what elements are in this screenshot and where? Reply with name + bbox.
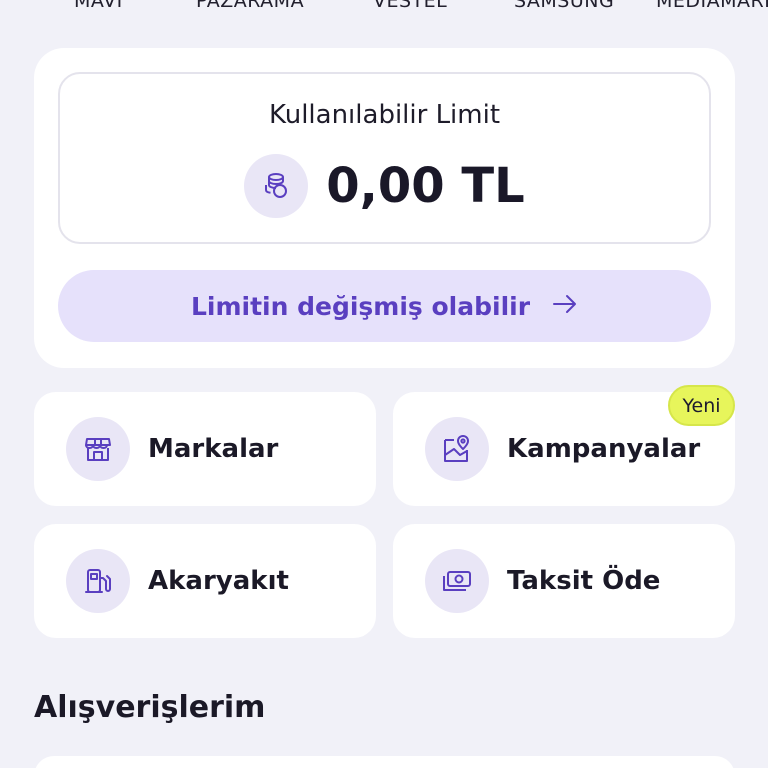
app-screen: MAVİ PAZARAMA VESTEL SAMSUNG MEDIAMARKT … bbox=[0, 0, 768, 768]
new-badge: Yeni bbox=[668, 385, 735, 426]
coins-icon bbox=[244, 154, 309, 218]
tile-akaryakit[interactable]: Akaryakıt bbox=[34, 524, 376, 638]
available-limit-box: Kullanılabilir Limit 0,00 TL bbox=[58, 72, 711, 244]
store-icon bbox=[66, 417, 130, 481]
tile-label-kampanyalar: Kampanyalar bbox=[507, 434, 701, 464]
limit-row: 0,00 TL bbox=[60, 154, 709, 218]
brand-mavi[interactable]: MAVİ bbox=[74, 0, 123, 12]
limit-title: Kullanılabilir Limit bbox=[268, 100, 501, 130]
fuel-pump-icon bbox=[66, 549, 130, 613]
tile-taksit-ode[interactable]: Taksit Öde bbox=[393, 524, 735, 638]
brand-samsung[interactable]: SAMSUNG bbox=[514, 0, 614, 12]
tile-label-markalar: Markalar bbox=[148, 434, 279, 464]
limit-card: Kullanılabilir Limit 0,00 TL Limitin değ… bbox=[34, 48, 735, 368]
cash-icon bbox=[425, 549, 489, 613]
limit-amount: 0,00 TL bbox=[326, 158, 525, 214]
brand-vestel[interactable]: VESTEL bbox=[373, 0, 447, 12]
purchases-card[interactable] bbox=[34, 756, 735, 768]
limit-changed-button[interactable]: Limitin değişmiş olabilir bbox=[58, 270, 711, 342]
tile-label-taksit-ode: Taksit Öde bbox=[507, 566, 661, 596]
limit-changed-label: Limitin değişmiş olabilir bbox=[190, 291, 531, 321]
tile-markalar[interactable]: Markalar bbox=[34, 392, 376, 506]
map-pin-icon bbox=[425, 417, 489, 481]
tile-label-akaryakit: Akaryakıt bbox=[148, 566, 289, 596]
section-title-purchases: Alışverişlerim bbox=[34, 690, 266, 725]
brand-mediamarkt[interactable]: MEDIAMARKT bbox=[656, 0, 768, 12]
brand-strip: MAVİ PAZARAMA VESTEL SAMSUNG MEDIAMARKT bbox=[0, 0, 768, 12]
arrow-right-icon bbox=[552, 293, 578, 319]
brand-pazarama[interactable]: PAZARAMA bbox=[196, 0, 304, 12]
